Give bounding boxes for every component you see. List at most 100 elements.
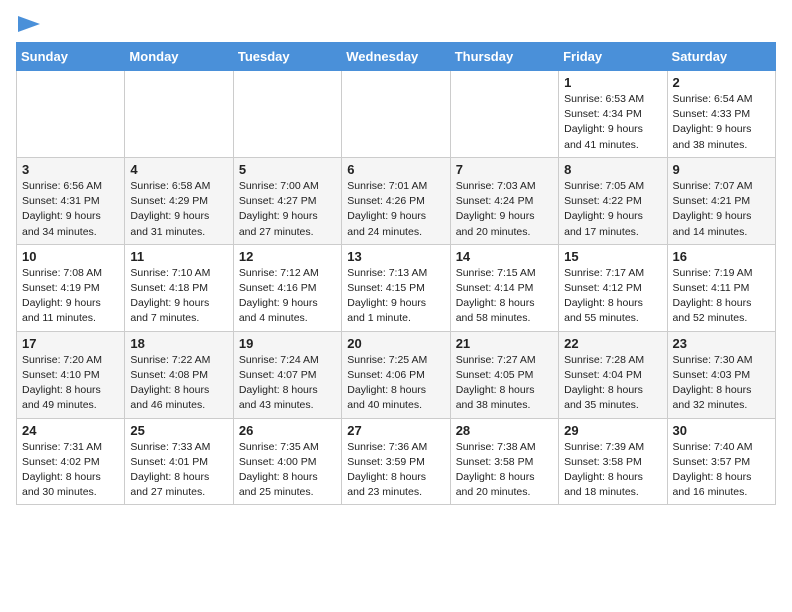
calendar-cell: 24 Sunrise: 7:31 AM Sunset: 4:02 PM Dayli… bbox=[17, 418, 125, 505]
day-number: 2 bbox=[673, 75, 770, 90]
day-info: Sunrise: 6:58 AM Sunset: 4:29 PM Dayligh… bbox=[130, 179, 227, 240]
day-number: 28 bbox=[456, 423, 553, 438]
day-info: Sunrise: 7:05 AM Sunset: 4:22 PM Dayligh… bbox=[564, 179, 661, 240]
calendar-cell: 4 Sunrise: 6:58 AM Sunset: 4:29 PM Daylig… bbox=[125, 157, 233, 244]
day-number: 1 bbox=[564, 75, 661, 90]
day-number: 5 bbox=[239, 162, 336, 177]
day-info: Sunrise: 7:07 AM Sunset: 4:21 PM Dayligh… bbox=[673, 179, 770, 240]
calendar-weekday-sunday: Sunday bbox=[17, 43, 125, 71]
day-info: Sunrise: 7:36 AM Sunset: 3:59 PM Dayligh… bbox=[347, 440, 444, 501]
calendar-cell: 17 Sunrise: 7:20 AM Sunset: 4:10 PM Dayli… bbox=[17, 331, 125, 418]
day-number: 15 bbox=[564, 249, 661, 264]
day-info: Sunrise: 7:13 AM Sunset: 4:15 PM Dayligh… bbox=[347, 266, 444, 327]
day-number: 3 bbox=[22, 162, 119, 177]
day-number: 6 bbox=[347, 162, 444, 177]
calendar-cell bbox=[233, 71, 341, 158]
day-number: 27 bbox=[347, 423, 444, 438]
day-number: 4 bbox=[130, 162, 227, 177]
day-number: 23 bbox=[673, 336, 770, 351]
day-info: Sunrise: 7:27 AM Sunset: 4:05 PM Dayligh… bbox=[456, 353, 553, 414]
day-info: Sunrise: 7:33 AM Sunset: 4:01 PM Dayligh… bbox=[130, 440, 227, 501]
calendar-week-row: 10Sunrise: 7:08 AM Sunset: 4:19 PM Dayli… bbox=[17, 244, 776, 331]
calendar-cell bbox=[450, 71, 558, 158]
page-header bbox=[16, 16, 776, 34]
calendar-cell: 26 Sunrise: 7:35 AM Sunset: 4:00 PM Dayli… bbox=[233, 418, 341, 505]
day-number: 20 bbox=[347, 336, 444, 351]
day-info: Sunrise: 7:19 AM Sunset: 4:11 PM Dayligh… bbox=[673, 266, 770, 327]
day-info: Sunrise: 7:39 AM Sunset: 3:58 PM Dayligh… bbox=[564, 440, 661, 501]
day-number: 8 bbox=[564, 162, 661, 177]
day-info: Sunrise: 6:54 AM Sunset: 4:33 PM Dayligh… bbox=[673, 92, 770, 153]
calendar-cell: 10Sunrise: 7:08 AM Sunset: 4:19 PM Dayli… bbox=[17, 244, 125, 331]
calendar-cell: 2 Sunrise: 6:54 AM Sunset: 4:33 PM Daylig… bbox=[667, 71, 775, 158]
day-info: Sunrise: 7:12 AM Sunset: 4:16 PM Dayligh… bbox=[239, 266, 336, 327]
calendar-cell: 14Sunrise: 7:15 AM Sunset: 4:14 PM Dayli… bbox=[450, 244, 558, 331]
day-number: 18 bbox=[130, 336, 227, 351]
calendar-cell: 28 Sunrise: 7:38 AM Sunset: 3:58 PM Dayli… bbox=[450, 418, 558, 505]
day-number: 30 bbox=[673, 423, 770, 438]
day-info: Sunrise: 7:24 AM Sunset: 4:07 PM Dayligh… bbox=[239, 353, 336, 414]
calendar-cell: 20 Sunrise: 7:25 AM Sunset: 4:06 PM Dayli… bbox=[342, 331, 450, 418]
day-number: 29 bbox=[564, 423, 661, 438]
calendar-weekday-saturday: Saturday bbox=[667, 43, 775, 71]
day-info: Sunrise: 6:56 AM Sunset: 4:31 PM Dayligh… bbox=[22, 179, 119, 240]
day-info: Sunrise: 7:25 AM Sunset: 4:06 PM Dayligh… bbox=[347, 353, 444, 414]
calendar-weekday-friday: Friday bbox=[559, 43, 667, 71]
calendar-cell: 1Sunrise: 6:53 AM Sunset: 4:34 PM Daylig… bbox=[559, 71, 667, 158]
calendar-cell: 6Sunrise: 7:01 AM Sunset: 4:26 PM Daylig… bbox=[342, 157, 450, 244]
day-number: 25 bbox=[130, 423, 227, 438]
calendar-week-row: 1Sunrise: 6:53 AM Sunset: 4:34 PM Daylig… bbox=[17, 71, 776, 158]
day-number: 16 bbox=[673, 249, 770, 264]
day-info: Sunrise: 7:40 AM Sunset: 3:57 PM Dayligh… bbox=[673, 440, 770, 501]
calendar-cell: 3 Sunrise: 6:56 AM Sunset: 4:31 PM Daylig… bbox=[17, 157, 125, 244]
calendar-cell: 5 Sunrise: 7:00 AM Sunset: 4:27 PM Daylig… bbox=[233, 157, 341, 244]
day-info: Sunrise: 7:10 AM Sunset: 4:18 PM Dayligh… bbox=[130, 266, 227, 327]
calendar-week-row: 24 Sunrise: 7:31 AM Sunset: 4:02 PM Dayli… bbox=[17, 418, 776, 505]
day-number: 21 bbox=[456, 336, 553, 351]
day-number: 26 bbox=[239, 423, 336, 438]
calendar-cell: 16 Sunrise: 7:19 AM Sunset: 4:11 PM Dayli… bbox=[667, 244, 775, 331]
day-number: 14 bbox=[456, 249, 553, 264]
day-number: 9 bbox=[673, 162, 770, 177]
calendar-cell: 22 Sunrise: 7:28 AM Sunset: 4:04 PM Dayli… bbox=[559, 331, 667, 418]
day-info: Sunrise: 7:22 AM Sunset: 4:08 PM Dayligh… bbox=[130, 353, 227, 414]
day-info: Sunrise: 7:20 AM Sunset: 4:10 PM Dayligh… bbox=[22, 353, 119, 414]
day-number: 13 bbox=[347, 249, 444, 264]
day-number: 24 bbox=[22, 423, 119, 438]
calendar-week-row: 3 Sunrise: 6:56 AM Sunset: 4:31 PM Daylig… bbox=[17, 157, 776, 244]
day-number: 12 bbox=[239, 249, 336, 264]
calendar-cell bbox=[342, 71, 450, 158]
calendar-cell: 25 Sunrise: 7:33 AM Sunset: 4:01 PM Dayli… bbox=[125, 418, 233, 505]
calendar-cell: 15Sunrise: 7:17 AM Sunset: 4:12 PM Dayli… bbox=[559, 244, 667, 331]
day-info: Sunrise: 7:03 AM Sunset: 4:24 PM Dayligh… bbox=[456, 179, 553, 240]
calendar-header-row: SundayMondayTuesdayWednesdayThursdayFrid… bbox=[17, 43, 776, 71]
calendar-cell: 30 Sunrise: 7:40 AM Sunset: 3:57 PM Dayli… bbox=[667, 418, 775, 505]
calendar-weekday-monday: Monday bbox=[125, 43, 233, 71]
calendar-cell: 19 Sunrise: 7:24 AM Sunset: 4:07 PM Dayli… bbox=[233, 331, 341, 418]
day-number: 17 bbox=[22, 336, 119, 351]
calendar-weekday-thursday: Thursday bbox=[450, 43, 558, 71]
day-number: 7 bbox=[456, 162, 553, 177]
day-info: Sunrise: 7:28 AM Sunset: 4:04 PM Dayligh… bbox=[564, 353, 661, 414]
day-info: Sunrise: 7:35 AM Sunset: 4:00 PM Dayligh… bbox=[239, 440, 336, 501]
day-info: Sunrise: 7:38 AM Sunset: 3:58 PM Dayligh… bbox=[456, 440, 553, 501]
calendar-cell: 13 Sunrise: 7:13 AM Sunset: 4:15 PM Dayli… bbox=[342, 244, 450, 331]
calendar-cell: 7 Sunrise: 7:03 AM Sunset: 4:24 PM Daylig… bbox=[450, 157, 558, 244]
calendar-weekday-tuesday: Tuesday bbox=[233, 43, 341, 71]
calendar-cell: 21 Sunrise: 7:27 AM Sunset: 4:05 PM Dayli… bbox=[450, 331, 558, 418]
day-number: 22 bbox=[564, 336, 661, 351]
calendar-weekday-wednesday: Wednesday bbox=[342, 43, 450, 71]
calendar-week-row: 17 Sunrise: 7:20 AM Sunset: 4:10 PM Dayli… bbox=[17, 331, 776, 418]
day-number: 11 bbox=[130, 249, 227, 264]
day-number: 19 bbox=[239, 336, 336, 351]
day-info: Sunrise: 7:00 AM Sunset: 4:27 PM Dayligh… bbox=[239, 179, 336, 240]
calendar-cell: 11 Sunrise: 7:10 AM Sunset: 4:18 PM Dayli… bbox=[125, 244, 233, 331]
day-number: 10 bbox=[22, 249, 119, 264]
calendar-cell: 12 Sunrise: 7:12 AM Sunset: 4:16 PM Dayli… bbox=[233, 244, 341, 331]
calendar-cell: 29 Sunrise: 7:39 AM Sunset: 3:58 PM Dayli… bbox=[559, 418, 667, 505]
day-info: Sunrise: 7:30 AM Sunset: 4:03 PM Dayligh… bbox=[673, 353, 770, 414]
calendar-cell bbox=[17, 71, 125, 158]
calendar-cell: 8 Sunrise: 7:05 AM Sunset: 4:22 PM Daylig… bbox=[559, 157, 667, 244]
day-info: Sunrise: 7:31 AM Sunset: 4:02 PM Dayligh… bbox=[22, 440, 119, 501]
calendar-cell: 18 Sunrise: 7:22 AM Sunset: 4:08 PM Dayli… bbox=[125, 331, 233, 418]
